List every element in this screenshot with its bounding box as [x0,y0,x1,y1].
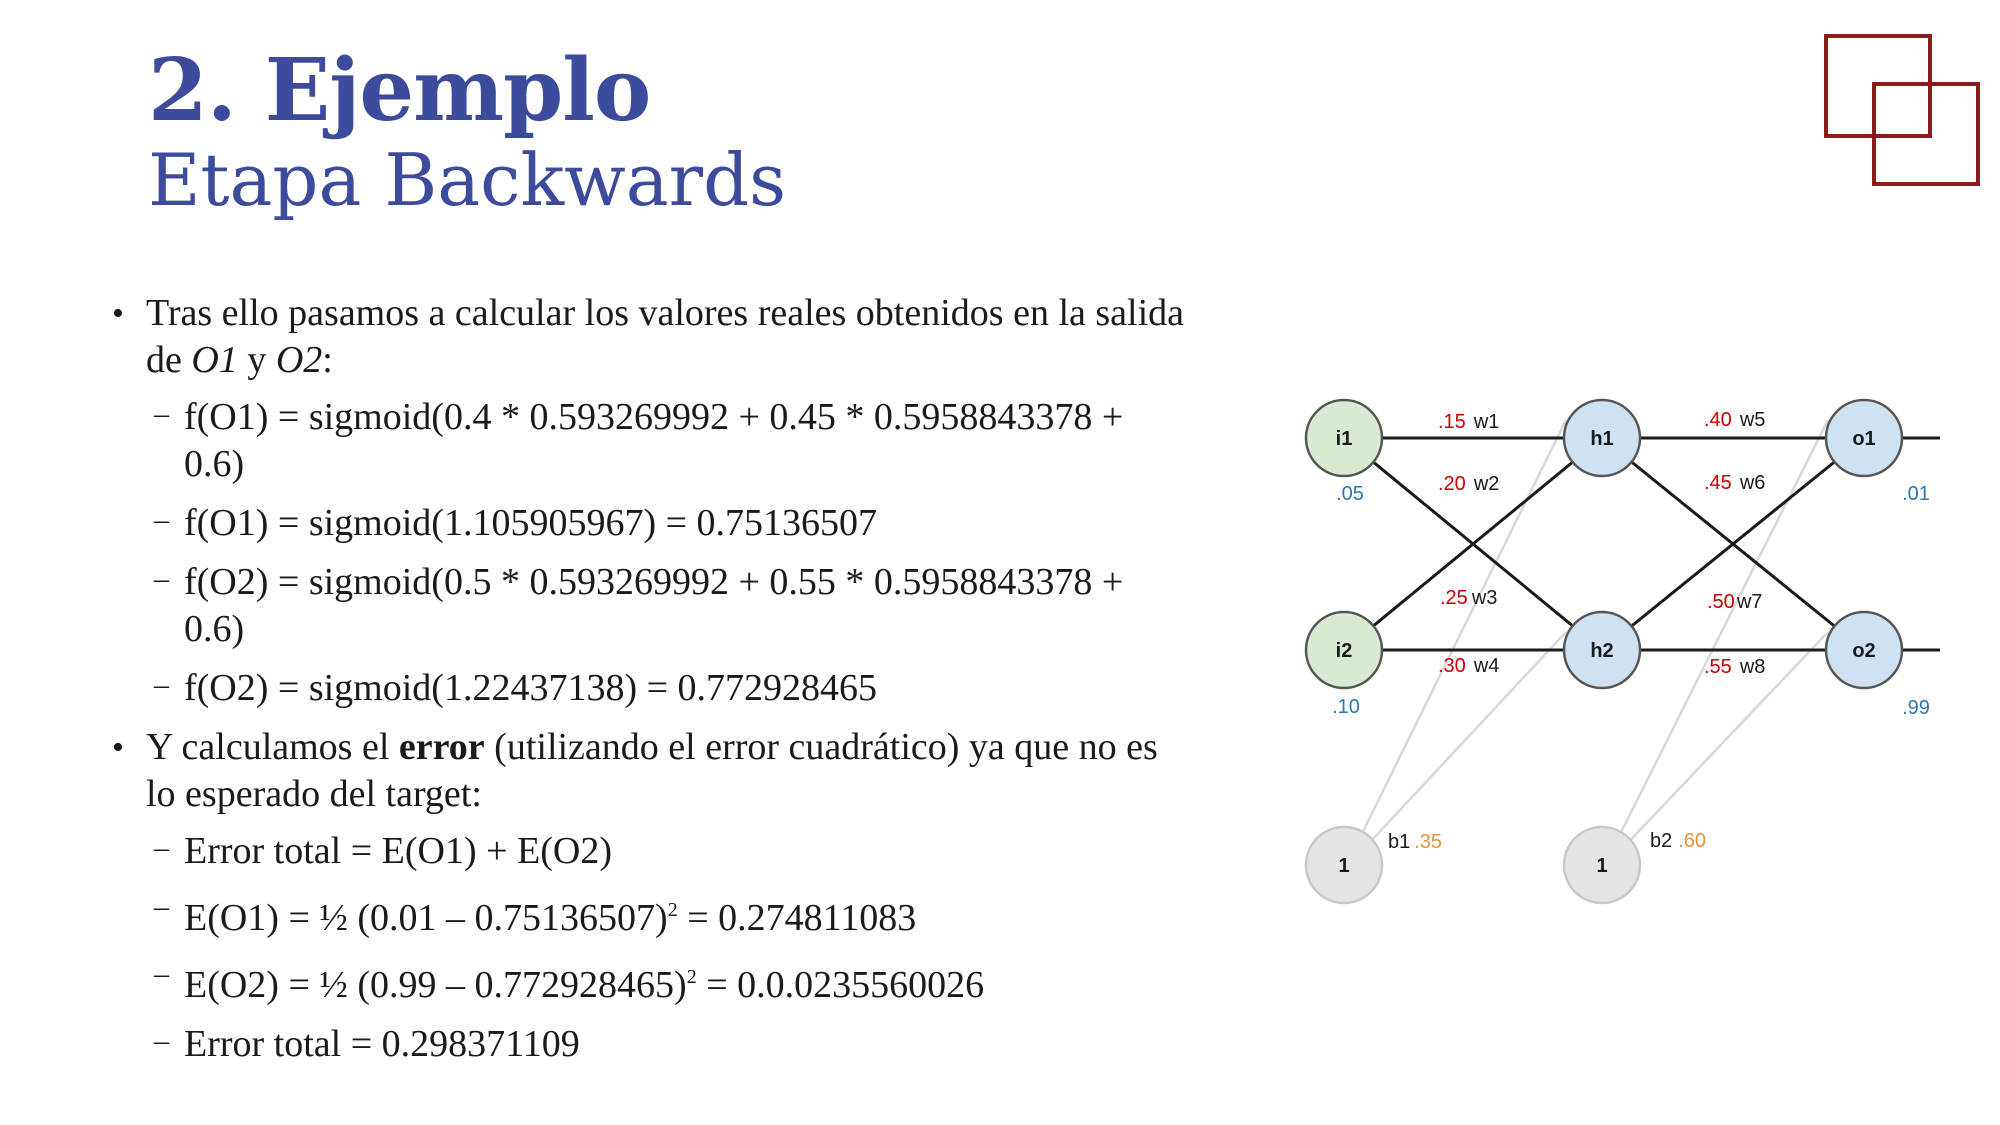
title-block: 2. Ejemplo Etapa Backwards [148,40,787,222]
sub-item-error-o1: E(O1) = ½ (0.01 – 0.75136507)2 = 0.27481… [112,883,1192,942]
sub-item-error-o2: E(O2) = ½ (0.99 – 0.772928465)2 = 0.0.02… [112,950,1192,1009]
bullet2-text1: Y calculamos el [146,726,399,768]
weight-w5-value: .40 [1704,409,1732,431]
weight-w2: .20 w2 [1438,473,1499,495]
weight-w1-value: .15 [1438,411,1466,433]
input-value-i1: .05 [1336,483,1364,505]
weight-w8-name: w8 [1739,656,1766,678]
weight-w3: .25 w3 [1440,587,1497,609]
node-label-o1: o1 [1852,428,1875,450]
error-o1-sup: 2 [667,899,678,921]
sub-item-error-total-result: Error total = 0.298371109 [112,1017,1192,1068]
weight-w8: .55 w8 [1704,656,1765,678]
error-o2-b: = 0.0.0235560026 [696,964,985,1006]
weight-w1: .15 w1 [1438,411,1499,433]
bullet1-text2: y [237,339,276,381]
slide-title: 2. Ejemplo [148,40,651,141]
weight-w6-value: .45 [1704,472,1732,494]
weight-w3-value: .25 [1440,587,1468,609]
weight-w5: .40 w5 [1704,409,1765,431]
bullet-error: Y calculamos el error (utilizando el err… [112,724,1192,818]
weight-w7-name: w7 [1736,591,1763,613]
bias-b1-value: .35 [1414,831,1442,853]
sub-item-error-total-formula: Error total = E(O1) + E(O2) [112,824,1192,875]
weight-w6-name: w6 [1739,472,1766,494]
bullet2-bold: error [398,726,485,768]
node-label-b2: 1 [1596,855,1607,877]
sub-item-fo1-result: f(O1) = sigmoid(1.105905967) = 0.7513650… [112,496,1192,547]
node-label-i2: i2 [1336,640,1353,662]
sub-item-fo1-formula: f(O1) = sigmoid(0.4 * 0.593269992 + 0.45… [112,390,1192,488]
slide-content: Tras ello pasamos a calcular los valores… [112,290,1192,1080]
error-o2-sup: 2 [686,966,697,988]
bias-b2-name: b2 [1650,830,1672,852]
node-label-o2: o2 [1852,640,1875,662]
weight-w7-value: .50 [1707,591,1735,613]
node-label-h1: h1 [1590,428,1613,450]
weight-w4: .30 w4 [1438,655,1499,677]
weight-w2-name: w2 [1473,473,1500,495]
neural-network-diagram: i1 i2 h1 h2 o1 o2 1 1 .05 .10 .01 .99 .1… [1304,398,1940,905]
error-o1-b: = 0.274811083 [677,897,917,939]
bias-b1-name: b1 [1388,831,1410,853]
input-value-i2: .10 [1332,696,1360,718]
bias-b2: b2 .60 [1650,830,1706,852]
bullet1-o1: O1 [191,339,238,381]
error-o2-a: E(O2) = ½ (0.99 – 0.772928465) [184,964,687,1006]
bias-b2-value: .60 [1678,830,1706,852]
error-o1-a: E(O1) = ½ (0.01 – 0.75136507) [184,897,668,939]
bullet1-text3: : [322,339,333,381]
sub-item-fo2-formula: f(O2) = sigmoid(0.5 * 0.593269992 + 0.55… [112,555,1192,653]
slide-subtitle: Etapa Backwards [148,138,787,222]
target-value-o1: .01 [1902,483,1930,505]
target-value-o2: .99 [1902,697,1930,719]
node-label-b1: 1 [1338,855,1349,877]
weight-w7: .50 w7 [1707,591,1762,613]
bullet1-o2: O2 [275,339,323,381]
weight-w5-name: w5 [1739,409,1766,431]
weight-w2-value: .20 [1438,473,1466,495]
logo-squares-icon [1824,34,1980,186]
weight-w1-name: w1 [1473,411,1500,433]
weight-w6: .45 w6 [1704,472,1765,494]
weight-w3-name: w3 [1471,587,1498,609]
weight-w8-value: .55 [1704,656,1732,678]
weight-w4-value: .30 [1438,655,1466,677]
sub-item-fo2-result: f(O2) = sigmoid(1.22437138) = 0.77292846… [112,661,1192,712]
bias-b1: b1.35 [1388,831,1442,853]
weight-w4-name: w4 [1473,655,1500,677]
bullet-output-values: Tras ello pasamos a calcular los valores… [112,290,1192,384]
node-label-i1: i1 [1336,428,1353,450]
node-label-h2: h2 [1590,640,1613,662]
